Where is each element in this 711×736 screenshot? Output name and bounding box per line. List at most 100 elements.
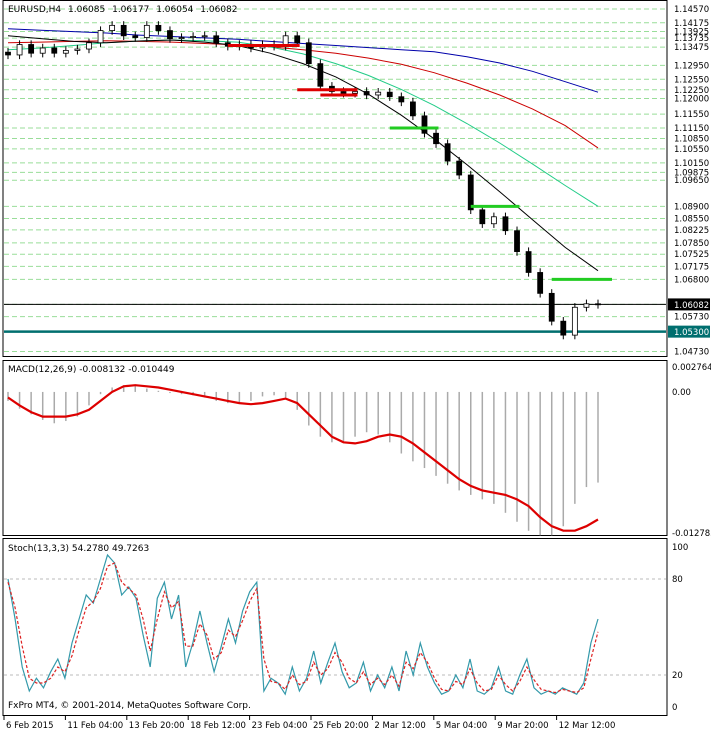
price-tick-label: 1.08550 (674, 215, 709, 225)
candle-body (109, 24, 116, 31)
price-tick-label: 1.08225 (674, 226, 709, 236)
candle-body (74, 48, 81, 51)
candle-body (398, 96, 405, 103)
low-value: 1.06054 (156, 5, 193, 15)
candle-body (583, 303, 590, 308)
time-label: 11 Feb 04:00 (67, 721, 123, 731)
time-axis-labels: 6 Feb 2015 11 Feb 04:00 13 Feb 20:00 18 Feb… (3, 716, 616, 731)
support-price-label: 1.05300 (674, 328, 709, 338)
candle-body (51, 47, 58, 54)
candle-body (386, 91, 393, 98)
time-label: 25 Feb 20:00 (313, 721, 369, 731)
chart-window: 1.14570 1.14175 1.13925 1.13735 1.13475 1.129… (0, 0, 711, 732)
price-tick-label: 1.13475 (674, 43, 709, 53)
stoch-tick-label: 100 (672, 543, 688, 553)
time-label: 9 Mar 20:00 (497, 721, 548, 731)
candle-body (97, 30, 104, 44)
macd-tick-label: -0.012783 (672, 529, 711, 539)
candle-body (120, 24, 127, 37)
candle-body (213, 35, 220, 44)
current-price-label: 1.06082 (674, 301, 709, 311)
price-tick-label: 1.11550 (674, 110, 709, 120)
candle-body (410, 101, 416, 117)
price-tick-label: 1.08900 (674, 202, 709, 212)
candle-body (340, 91, 347, 94)
stoch-tick-label: 20 (672, 671, 683, 681)
candle-body (190, 36, 196, 38)
close-value: 1.06082 (200, 5, 237, 15)
candle-body (167, 30, 173, 39)
time-label: 2 Mar 12:00 (374, 721, 425, 731)
stoch-axis-ticks: 100 80 20 0 (672, 543, 688, 713)
candle-body (421, 115, 428, 134)
price-tick-label: 1.10150 (674, 159, 709, 169)
price-tick-label: 1.10850 (674, 134, 709, 144)
candle-body (39, 47, 46, 54)
time-label: 23 Feb 04:00 (252, 721, 308, 731)
price-tick-label: 1.07525 (674, 250, 709, 260)
macd-axis-ticks: 0.002764 0.00 -0.012783 (672, 363, 711, 539)
price-tick-label: 1.09650 (674, 176, 709, 186)
candle-body (537, 272, 544, 294)
macd-tick-label: 0.00 (672, 388, 691, 398)
macd-tick-label: 0.002764 (672, 363, 711, 373)
price-axis-ticks: 1.145701.141751.139251.137351.134751.129… (668, 5, 710, 357)
candle-body (155, 24, 162, 31)
candle-body (514, 230, 520, 252)
candle-body (143, 24, 150, 38)
price-panel[interactable] (2, 0, 668, 357)
macd-panel[interactable] (2, 360, 668, 536)
stoch-title: Stoch(13,3,3) 54.2780 49.7263 (8, 544, 149, 554)
macd-title: MACD(12,26,9) -0.008132 -0.010449 (8, 365, 175, 375)
candle-body (317, 63, 324, 87)
candle-body (444, 143, 451, 162)
open-value: 1.06085 (68, 5, 105, 15)
price-tick-label: 1.12000 (674, 94, 709, 104)
stoch-tick-label: 80 (672, 575, 683, 585)
candle-body (560, 320, 567, 336)
candle-body (132, 35, 139, 38)
candle-body (595, 303, 601, 306)
time-label: 12 Mar 12:00 (559, 721, 616, 731)
time-label: 13 Feb 20:00 (129, 721, 185, 731)
candle-body (548, 292, 555, 322)
stoch-tick-label: 0 (672, 703, 677, 713)
candle-body (571, 306, 578, 336)
candle-body (178, 37, 185, 39)
candle-body (62, 50, 69, 54)
symbol-label: EURUSD,H4 (8, 5, 61, 15)
price-tick-label: 1.11150 (674, 124, 709, 134)
candle-body (490, 216, 497, 225)
candle-body (363, 91, 370, 96)
time-label: 18 Feb 12:00 (190, 721, 246, 731)
price-tick-label: 1.12550 (674, 75, 709, 85)
candle-body (467, 174, 474, 211)
candle-body (433, 132, 439, 145)
price-tick-label: 1.06800 (674, 275, 709, 285)
time-label: 5 Mar 04:00 (436, 721, 487, 731)
high-value: 1.06177 (112, 5, 149, 15)
price-tick-label: 1.12950 (674, 61, 709, 71)
price-tick-label: 1.14570 (674, 5, 709, 15)
copyright-text: FxPro MT4, © 2001-2014, MetaQuotes Softw… (8, 701, 251, 711)
candle-body (86, 42, 92, 50)
candle-body (294, 35, 301, 44)
price-tick-label: 1.05730 (674, 313, 709, 323)
candle-body (479, 209, 486, 225)
stoch-panel[interactable] (2, 538, 668, 716)
candle-body (16, 44, 23, 56)
price-tick-label: 1.07175 (674, 262, 709, 272)
candle-body (456, 160, 463, 176)
chart-canvas[interactable]: 1.145701.141751.139251.137351.134751.129… (0, 0, 711, 732)
candle-body (305, 42, 312, 65)
candle-body (525, 251, 532, 273)
candle-body (352, 91, 358, 94)
price-tick-label: 1.07850 (674, 239, 709, 249)
price-header: EURUSD,H4 1.06085 1.06177 1.06054 1.0608… (8, 5, 238, 15)
time-label: 6 Feb 2015 (6, 721, 54, 731)
candle-body (201, 35, 208, 38)
candle-body (28, 44, 35, 54)
candle-body (5, 51, 11, 56)
candle-body (502, 216, 509, 232)
candle-body (375, 91, 382, 96)
